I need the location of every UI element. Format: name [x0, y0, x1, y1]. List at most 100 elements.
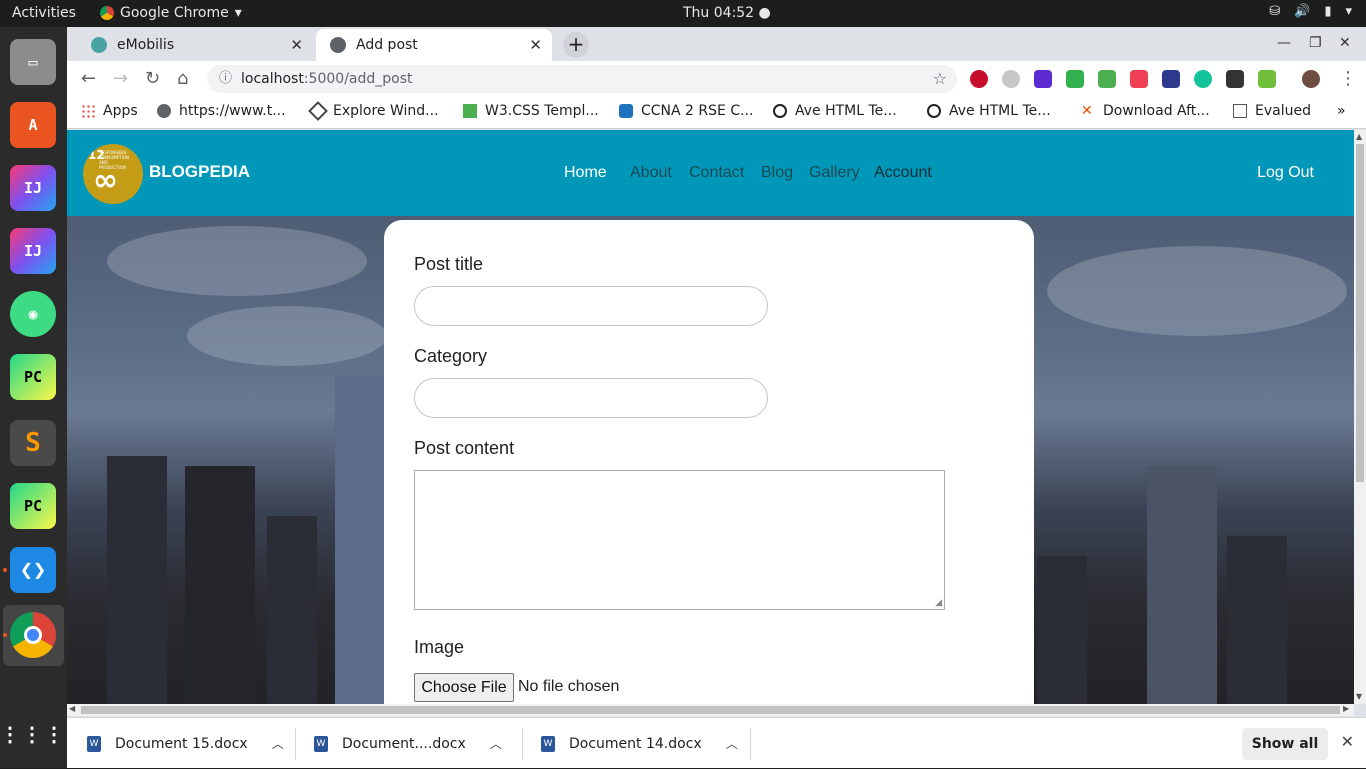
- extension-navy-icon[interactable]: [1162, 70, 1180, 88]
- new-tab-button[interactable]: +: [563, 32, 589, 58]
- close-window-icon[interactable]: ✕: [1339, 35, 1351, 51]
- scrollbar-thumb[interactable]: [81, 706, 1340, 714]
- extension-gray-icon[interactable]: [1002, 70, 1020, 88]
- bookmark-item[interactable]: Ave HTML Te...: [773, 103, 897, 119]
- extension-purple-icon[interactable]: [1034, 70, 1052, 88]
- bookmark-label: W3.CSS Templ...: [485, 103, 599, 119]
- reload-icon[interactable]: ↻: [145, 68, 160, 89]
- close-downloads-icon[interactable]: ✕: [1341, 732, 1354, 751]
- resize-grip-icon[interactable]: ◢: [935, 598, 942, 608]
- browser-window: eMobilis ✕ Add post ✕ + — ❐ ✕ ← → ↻ ⌂ ⓘ …: [67, 27, 1366, 768]
- bookmark-apps[interactable]: Apps: [81, 103, 138, 119]
- address-bar[interactable]: ⓘ localhost:5000/add_post ☆: [207, 65, 957, 93]
- app-menu[interactable]: Google Chrome ▾: [100, 5, 242, 21]
- pycharm-icon[interactable]: PC: [10, 354, 56, 400]
- sdg-logo[interactable]: 12 RESPONSIBLE CONSUMPTION AND PRODUCTIO…: [83, 144, 143, 204]
- bookmark-item[interactable]: Ave HTML Te...: [927, 103, 1051, 119]
- chevron-up-icon[interactable]: ︿: [490, 735, 502, 752]
- brand-title[interactable]: BLOGPEDIA: [149, 162, 250, 182]
- profile-avatar[interactable]: [1302, 70, 1320, 88]
- chevron-up-icon[interactable]: ︿: [726, 735, 738, 752]
- logout-link[interactable]: Log Out: [1257, 164, 1314, 182]
- post-title-input[interactable]: [414, 286, 768, 326]
- bookmark-item[interactable]: Evalued: [1233, 103, 1311, 119]
- forward-icon[interactable]: →: [113, 68, 128, 89]
- download-item[interactable]: W Document 15.docx ︿: [87, 718, 284, 769]
- nav-home[interactable]: Home: [564, 164, 607, 182]
- word-document-icon: W: [314, 735, 328, 752]
- chrome-icon[interactable]: [10, 612, 56, 658]
- software-center-icon[interactable]: A: [10, 102, 56, 148]
- diamond-icon: [308, 101, 328, 121]
- vscode-icon[interactable]: ❮❯: [10, 547, 56, 593]
- scroll-up-icon[interactable]: ▲: [1356, 132, 1362, 141]
- tab-emobilis[interactable]: eMobilis ✕: [77, 29, 313, 61]
- battery-icon[interactable]: ▮: [1324, 4, 1331, 19]
- add-post-form: Post title Category Post content ◢ Image…: [384, 220, 1034, 704]
- power-menu-icon[interactable]: ▾: [1345, 4, 1352, 19]
- site-info-icon[interactable]: ⓘ: [219, 65, 232, 93]
- extension-cube-icon[interactable]: [1226, 70, 1244, 88]
- infinity-icon: ∞: [93, 163, 118, 198]
- download-item[interactable]: W Document 14.docx ︿: [541, 718, 738, 769]
- vertical-scrollbar[interactable]: ▲ ▼: [1354, 130, 1366, 704]
- adblock-plus-icon[interactable]: [970, 70, 988, 88]
- scroll-down-icon[interactable]: ▼: [1356, 692, 1362, 701]
- extension-green-icon[interactable]: [1066, 70, 1084, 88]
- network-icon[interactable]: ⛁: [1269, 4, 1280, 19]
- bookmark-star-icon[interactable]: ☆: [933, 65, 947, 93]
- scroll-left-icon[interactable]: ◀: [69, 704, 75, 713]
- extension-lime-icon[interactable]: [1258, 70, 1276, 88]
- nav-gallery[interactable]: Gallery: [809, 164, 860, 182]
- nav-contact[interactable]: Contact: [689, 164, 744, 182]
- sublime-text-icon[interactable]: S: [10, 420, 56, 466]
- choose-file-button[interactable]: Choose File: [414, 673, 514, 702]
- horizontal-scrollbar[interactable]: ◀ ▶: [67, 704, 1354, 716]
- bookmark-item[interactable]: Explore Wind...: [308, 101, 439, 121]
- home-icon[interactable]: ⌂: [177, 68, 188, 89]
- bookmark-item[interactable]: CCNA 2 RSE C...: [619, 103, 753, 119]
- globe-icon: [157, 104, 171, 118]
- download-item[interactable]: W Document....docx ︿: [314, 718, 502, 769]
- chevron-up-icon[interactable]: ︿: [272, 735, 284, 752]
- activities-button[interactable]: Activities: [12, 5, 76, 21]
- clock[interactable]: Thu 04:52 ●: [683, 5, 771, 21]
- nav-blog[interactable]: Blog: [761, 164, 793, 182]
- volume-icon[interactable]: 🔊: [1294, 4, 1310, 19]
- system-tray[interactable]: ⛁ 🔊 ▮ ▾: [1269, 4, 1352, 19]
- download-manager-icon[interactable]: [1098, 70, 1116, 88]
- intellij-ce-icon[interactable]: IJ: [10, 228, 56, 274]
- app-grid-icon[interactable]: ⋮⋮⋮: [0, 711, 64, 757]
- bookmark-item[interactable]: ✕ Download Aft...: [1081, 103, 1210, 119]
- web-page: 12 RESPONSIBLE CONSUMPTION AND PRODUCTIO…: [67, 130, 1354, 704]
- close-tab-icon[interactable]: ✕: [290, 36, 303, 54]
- category-input[interactable]: [414, 378, 768, 418]
- notification-dot-icon: ●: [758, 5, 771, 21]
- post-content-textarea[interactable]: ◢: [414, 470, 945, 610]
- bookmarks-overflow-icon[interactable]: »: [1337, 103, 1346, 119]
- show-all-button[interactable]: Show all: [1242, 728, 1328, 760]
- android-studio-icon[interactable]: ◉: [10, 291, 56, 337]
- bookmark-item[interactable]: W3.CSS Templ...: [463, 103, 599, 119]
- files-icon[interactable]: ▭: [10, 39, 56, 85]
- close-tab-icon[interactable]: ✕: [529, 36, 542, 54]
- scrollbar-thumb[interactable]: [1356, 144, 1364, 482]
- bookmark-item[interactable]: https://www.t...: [157, 103, 286, 119]
- chrome-menu-icon[interactable]: ⋮: [1339, 68, 1357, 89]
- minimize-icon[interactable]: —: [1277, 35, 1291, 51]
- scroll-right-icon[interactable]: ▶: [1343, 704, 1349, 713]
- nav-account[interactable]: Account: [874, 164, 932, 182]
- skyscraper-shape: [1037, 556, 1087, 704]
- clock-label: Thu 04:52: [683, 5, 755, 21]
- intellij-icon[interactable]: IJ: [10, 165, 56, 211]
- browser-toolbar: ← → ↻ ⌂ ⓘ localhost:5000/add_post ☆ ⋮: [67, 61, 1366, 97]
- pycharm-ce-icon[interactable]: PC: [10, 483, 56, 529]
- tab-title: eMobilis: [117, 37, 175, 53]
- nav-about[interactable]: About: [630, 164, 672, 182]
- maximize-icon[interactable]: ❐: [1309, 35, 1322, 51]
- ring-icon: [773, 104, 787, 118]
- back-icon[interactable]: ←: [81, 68, 96, 89]
- grammarly-icon[interactable]: [1194, 70, 1212, 88]
- pocket-icon[interactable]: [1130, 70, 1148, 88]
- tab-add-post[interactable]: Add post ✕: [316, 29, 552, 61]
